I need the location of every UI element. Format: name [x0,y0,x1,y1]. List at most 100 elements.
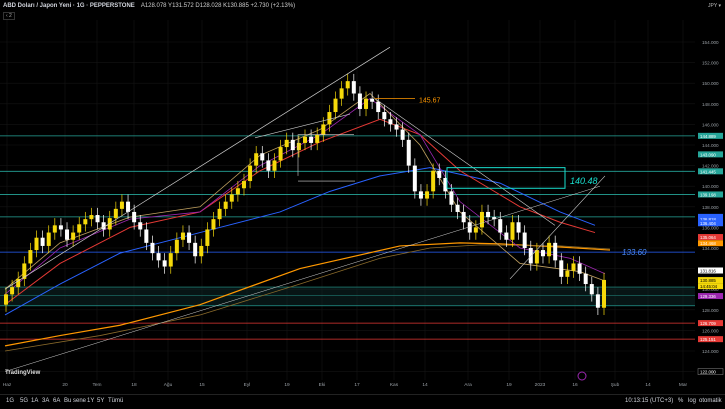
candle-body [199,245,204,257]
range-1y[interactable]: 1Y [87,398,94,404]
time-tick: Eki [319,382,326,388]
candle-body [394,124,399,130]
candle-body [168,253,173,267]
candle-body [4,294,8,305]
candle-body [571,263,576,271]
candle-body [180,232,185,240]
ma-20-line [4,98,606,295]
candle-body [65,229,70,240]
candle-body [187,232,192,243]
candle-body [113,208,118,219]
symbol-title[interactable]: ABD Doları / Japon Yeni · 1G · PEPPERSTO… [3,3,135,9]
candle-body [34,237,39,251]
time-tick: Şub [611,382,620,388]
candle-body [46,232,51,246]
candle-body [95,215,100,223]
candle-body [296,142,301,151]
trend-line [4,185,601,372]
candle-body [339,88,344,99]
candle-body [10,287,15,295]
candle-body [40,237,45,246]
candle-body [119,201,124,209]
candle-body [83,219,88,225]
time-tick: 18 [131,382,137,388]
candle-body [412,165,417,192]
range-1g[interactable]: 1G [6,398,14,404]
price-tag-label: 141.445 [700,169,716,174]
candle-body [309,136,314,143]
candle-body [547,242,552,257]
range-all[interactable]: Tümü [108,398,123,404]
time-tick: Haz [3,382,12,388]
candle-body [235,188,240,195]
price-tick: 150.000 [702,81,719,86]
candle-body [486,211,491,218]
candle-body [132,211,137,223]
candle-body [156,253,161,261]
time-tick: 19 [284,382,290,388]
candle-body [425,191,430,199]
candle-body [327,112,332,125]
ohlc-values: A128.078 Y131.572 D128.028 K130.885 +2.7… [140,3,296,9]
price-tick: 128.000 [702,308,719,313]
auto-toggle[interactable]: otomatik [699,398,722,404]
candle-body [400,129,405,140]
range-1a[interactable]: 1A [31,398,38,404]
currency-selector[interactable]: JPY ▾ [708,3,721,9]
candle-body [504,232,509,240]
range-3a[interactable]: 3A [42,398,49,404]
time-tick: 20 [62,382,68,388]
candle-body [559,260,564,277]
candle-body [376,101,381,113]
clock[interactable]: 10:13:15 (UTC+3) [625,398,673,404]
candle-body [522,232,527,248]
price-tick: 138.000 [702,205,719,210]
time-tick: Eyl [244,382,251,388]
mid-label: 133.60 [622,248,647,257]
collapse-indicators-button[interactable]: ‹ 2 [3,12,15,20]
candle-body [126,201,131,212]
event-marker-icon[interactable] [577,371,587,381]
candle-body [284,139,289,148]
candle-body [71,232,76,240]
price-tag-label: 130.885 [700,278,716,283]
time-tick: 17 [354,382,360,388]
price-tag-label: 126.709 [700,321,716,326]
bottom-toolbar: 1G 5G 1A 3A 6A Bu sene 1Y 5Y Tümü 10:13:… [0,394,725,409]
candle-body [77,224,82,233]
candle-body [89,215,94,220]
price-tag-label: 129.336 [700,294,716,299]
price-tick: 146.000 [702,122,719,127]
price-tick: 134.000 [702,246,719,251]
price-tick: 126.000 [702,328,719,333]
candle-body [266,160,271,171]
symbol-header: ABD Doları / Japon Yeni · 1G · PEPPERSTO… [3,3,295,9]
candle-body [58,225,63,230]
price-chart[interactable]: 145.67 140.48 133.60 154.000 152.000 150.000… [0,0,725,408]
range-bu-sene[interactable]: Bu sene [64,398,86,404]
candle-body [211,219,216,230]
candle-body [205,229,210,246]
range-5y[interactable]: 5Y [97,398,104,404]
log-toggle[interactable]: log [688,398,696,404]
price-tag-label: 122.000 [700,370,716,375]
trend-line [254,113,351,139]
price-tag-label: 131.816 [700,268,716,273]
range-5g[interactable]: 5G [20,398,28,404]
candle-body [583,273,588,285]
candle-body [528,248,533,264]
candle-body [52,225,57,233]
candle-body [382,112,387,120]
candle-body [565,270,570,277]
peak-label: 145.67 [419,98,441,105]
candle-body [144,229,149,243]
price-tick: 148.000 [702,102,719,107]
range-6a[interactable]: 6A [53,398,60,404]
time-tick: Ara [464,382,472,388]
candle-body [107,218,112,230]
candle-body [272,160,277,171]
time-tick: Mar [679,382,688,388]
percent-toggle[interactable]: % [678,398,683,404]
candle-body [217,208,222,220]
candle-body [431,170,436,192]
